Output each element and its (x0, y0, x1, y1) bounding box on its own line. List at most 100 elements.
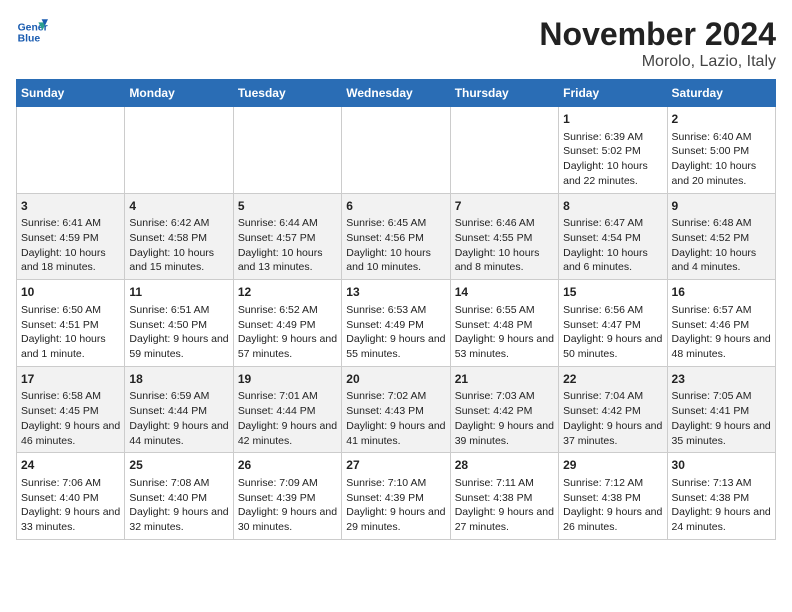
day-cell: 5Sunrise: 6:44 AMSunset: 4:57 PMDaylight… (233, 193, 341, 280)
day-cell: 26Sunrise: 7:09 AMSunset: 4:39 PMDayligh… (233, 453, 341, 540)
day-info: Daylight: 9 hours and 24 minutes. (672, 505, 771, 534)
day-info: Sunrise: 7:02 AM (346, 389, 445, 404)
day-number: 29 (563, 457, 662, 474)
weekday-header-thursday: Thursday (450, 80, 558, 107)
week-row-5: 24Sunrise: 7:06 AMSunset: 4:40 PMDayligh… (17, 453, 776, 540)
day-info: Daylight: 9 hours and 26 minutes. (563, 505, 662, 534)
day-info: Sunset: 4:38 PM (563, 491, 662, 506)
day-info: Daylight: 9 hours and 53 minutes. (455, 332, 554, 361)
day-info: Sunset: 4:40 PM (21, 491, 120, 506)
day-info: Daylight: 10 hours and 18 minutes. (21, 246, 120, 275)
day-info: Daylight: 9 hours and 59 minutes. (129, 332, 228, 361)
day-cell: 8Sunrise: 6:47 AMSunset: 4:54 PMDaylight… (559, 193, 667, 280)
day-info: Daylight: 9 hours and 30 minutes. (238, 505, 337, 534)
day-number: 8 (563, 198, 662, 215)
day-cell: 4Sunrise: 6:42 AMSunset: 4:58 PMDaylight… (125, 193, 233, 280)
day-info: Sunrise: 7:13 AM (672, 476, 771, 491)
day-number: 28 (455, 457, 554, 474)
day-info: Daylight: 10 hours and 6 minutes. (563, 246, 662, 275)
day-info: Daylight: 9 hours and 44 minutes. (129, 419, 228, 448)
day-info: Sunrise: 6:39 AM (563, 130, 662, 145)
day-info: Sunrise: 7:08 AM (129, 476, 228, 491)
day-info: Sunset: 4:42 PM (455, 404, 554, 419)
day-cell: 12Sunrise: 6:52 AMSunset: 4:49 PMDayligh… (233, 280, 341, 367)
page-header: General Blue November 2024 Morolo, Lazio… (16, 16, 776, 71)
title-block: November 2024 Morolo, Lazio, Italy (539, 16, 776, 71)
day-cell: 11Sunrise: 6:51 AMSunset: 4:50 PMDayligh… (125, 280, 233, 367)
day-number: 3 (21, 198, 120, 215)
day-info: Daylight: 10 hours and 13 minutes. (238, 246, 337, 275)
day-number: 20 (346, 371, 445, 388)
day-cell: 10Sunrise: 6:50 AMSunset: 4:51 PMDayligh… (17, 280, 125, 367)
day-info: Daylight: 10 hours and 22 minutes. (563, 159, 662, 188)
day-info: Sunrise: 6:53 AM (346, 303, 445, 318)
day-info: Sunset: 4:51 PM (21, 318, 120, 333)
day-info: Sunset: 4:59 PM (21, 231, 120, 246)
week-row-4: 17Sunrise: 6:58 AMSunset: 4:45 PMDayligh… (17, 366, 776, 453)
day-cell (233, 107, 341, 194)
day-info: Sunrise: 7:12 AM (563, 476, 662, 491)
week-row-3: 10Sunrise: 6:50 AMSunset: 4:51 PMDayligh… (17, 280, 776, 367)
day-info: Sunrise: 7:05 AM (672, 389, 771, 404)
day-cell: 3Sunrise: 6:41 AMSunset: 4:59 PMDaylight… (17, 193, 125, 280)
day-info: Sunrise: 6:55 AM (455, 303, 554, 318)
day-number: 24 (21, 457, 120, 474)
day-info: Sunset: 4:46 PM (672, 318, 771, 333)
day-info: Sunrise: 6:40 AM (672, 130, 771, 145)
day-cell: 19Sunrise: 7:01 AMSunset: 4:44 PMDayligh… (233, 366, 341, 453)
weekday-header-row: SundayMondayTuesdayWednesdayThursdayFrid… (17, 80, 776, 107)
day-info: Sunrise: 6:48 AM (672, 216, 771, 231)
day-info: Sunrise: 7:06 AM (21, 476, 120, 491)
day-cell: 22Sunrise: 7:04 AMSunset: 4:42 PMDayligh… (559, 366, 667, 453)
day-info: Sunset: 4:54 PM (563, 231, 662, 246)
day-cell: 6Sunrise: 6:45 AMSunset: 4:56 PMDaylight… (342, 193, 450, 280)
month-title: November 2024 (539, 16, 776, 53)
day-info: Sunrise: 7:01 AM (238, 389, 337, 404)
day-info: Daylight: 10 hours and 10 minutes. (346, 246, 445, 275)
day-info: Daylight: 10 hours and 8 minutes. (455, 246, 554, 275)
day-cell: 16Sunrise: 6:57 AMSunset: 4:46 PMDayligh… (667, 280, 775, 367)
day-info: Sunset: 4:43 PM (346, 404, 445, 419)
day-info: Sunrise: 6:51 AM (129, 303, 228, 318)
day-cell: 14Sunrise: 6:55 AMSunset: 4:48 PMDayligh… (450, 280, 558, 367)
day-cell (450, 107, 558, 194)
day-number: 2 (672, 111, 771, 128)
day-cell: 9Sunrise: 6:48 AMSunset: 4:52 PMDaylight… (667, 193, 775, 280)
location: Morolo, Lazio, Italy (539, 53, 776, 71)
day-info: Sunset: 4:47 PM (563, 318, 662, 333)
day-number: 5 (238, 198, 337, 215)
day-info: Daylight: 10 hours and 1 minute. (21, 332, 120, 361)
day-info: Sunset: 4:42 PM (563, 404, 662, 419)
day-info: Daylight: 9 hours and 27 minutes. (455, 505, 554, 534)
day-number: 15 (563, 284, 662, 301)
day-info: Sunset: 4:41 PM (672, 404, 771, 419)
day-info: Sunset: 4:44 PM (238, 404, 337, 419)
calendar-table: SundayMondayTuesdayWednesdayThursdayFrid… (16, 79, 776, 540)
day-info: Sunset: 4:39 PM (238, 491, 337, 506)
weekday-header-saturday: Saturday (667, 80, 775, 107)
day-number: 18 (129, 371, 228, 388)
day-number: 7 (455, 198, 554, 215)
day-cell (125, 107, 233, 194)
day-number: 13 (346, 284, 445, 301)
day-info: Sunset: 4:40 PM (129, 491, 228, 506)
day-info: Sunset: 4:38 PM (672, 491, 771, 506)
day-info: Daylight: 10 hours and 20 minutes. (672, 159, 771, 188)
day-info: Sunset: 4:44 PM (129, 404, 228, 419)
weekday-header-wednesday: Wednesday (342, 80, 450, 107)
weekday-header-monday: Monday (125, 80, 233, 107)
day-number: 9 (672, 198, 771, 215)
day-info: Sunset: 5:02 PM (563, 144, 662, 159)
day-number: 21 (455, 371, 554, 388)
day-info: Sunset: 4:52 PM (672, 231, 771, 246)
day-info: Sunrise: 6:52 AM (238, 303, 337, 318)
day-info: Sunrise: 6:59 AM (129, 389, 228, 404)
day-cell: 21Sunrise: 7:03 AMSunset: 4:42 PMDayligh… (450, 366, 558, 453)
day-info: Sunset: 4:55 PM (455, 231, 554, 246)
day-info: Daylight: 9 hours and 37 minutes. (563, 419, 662, 448)
day-info: Sunset: 4:56 PM (346, 231, 445, 246)
logo: General Blue (16, 16, 48, 48)
day-cell: 15Sunrise: 6:56 AMSunset: 4:47 PMDayligh… (559, 280, 667, 367)
day-info: Daylight: 9 hours and 55 minutes. (346, 332, 445, 361)
day-info: Daylight: 9 hours and 57 minutes. (238, 332, 337, 361)
